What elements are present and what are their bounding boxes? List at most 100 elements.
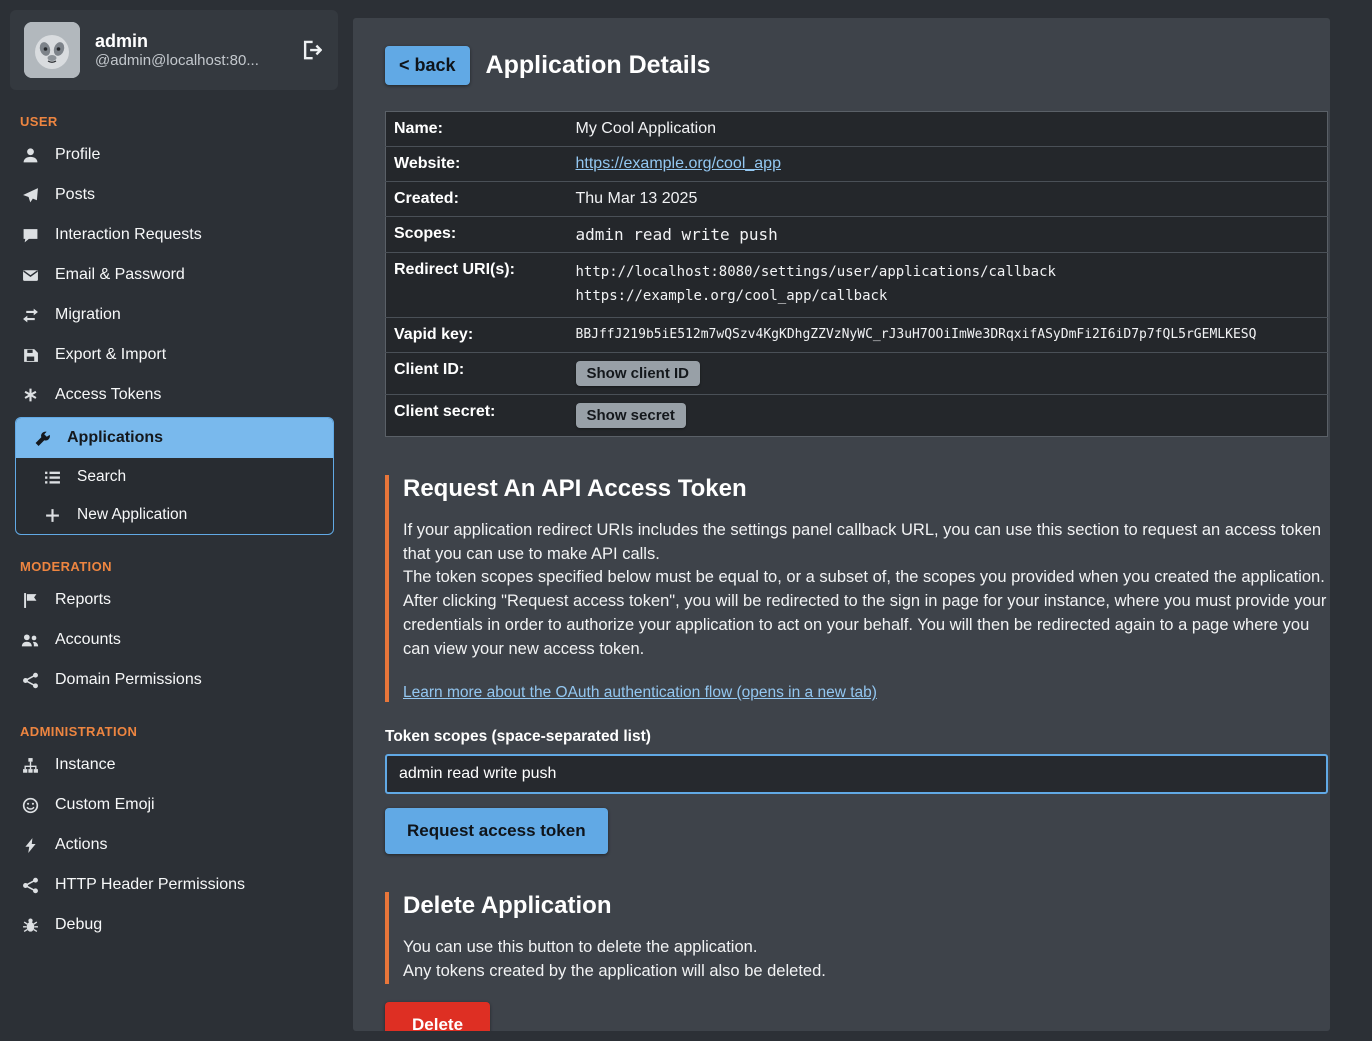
bolt-icon xyxy=(20,837,40,854)
sidebar-item-label: Actions xyxy=(55,836,107,854)
request-access-token-button[interactable]: Request access token xyxy=(385,808,608,854)
table-row-created: Created: Thu Mar 13 2025 xyxy=(386,182,1328,217)
delete-application-text: You can use this button to delete the ap… xyxy=(403,936,1328,960)
table-row-website: Website: https://example.org/cool_app xyxy=(386,147,1328,182)
page-header: < back Application Details xyxy=(385,46,1328,85)
paper-plane-icon xyxy=(20,187,40,204)
section-label-moderation: MODERATION xyxy=(20,559,345,574)
sloth-avatar xyxy=(24,22,80,78)
row-label: Name: xyxy=(386,112,576,147)
sidebar-item-export-import[interactable]: Export & Import xyxy=(0,335,345,375)
table-row-name: Name: My Cool Application xyxy=(386,112,1328,147)
sidebar: admin @admin@localhost:80... USER Profil… xyxy=(0,0,345,1041)
row-label: Created: xyxy=(386,182,576,217)
token-scopes-input[interactable] xyxy=(385,754,1328,794)
sidebar-item-label: Email & Password xyxy=(55,266,185,284)
request-token-section: Request An API Access Token If your appl… xyxy=(385,475,1328,703)
table-row-redirect-uris: Redirect URI(s): http://localhost:8080/s… xyxy=(386,253,1328,318)
sidebar-item-email-password[interactable]: Email & Password xyxy=(0,255,345,295)
delete-application-section: Delete Application You can use this butt… xyxy=(385,892,1328,984)
section-label-user: USER xyxy=(20,114,345,129)
application-details-table: Name: My Cool Application Website: https… xyxy=(385,111,1328,437)
sidebar-subitem-new-application[interactable]: New Application xyxy=(16,496,333,534)
row-label: Client secret: xyxy=(386,394,576,436)
row-label: Website: xyxy=(386,147,576,182)
applications-group: Applications Search New Application xyxy=(15,417,334,535)
sidebar-item-applications[interactable]: Applications xyxy=(16,418,333,458)
row-label: Vapid key: xyxy=(386,317,576,352)
flag-icon xyxy=(20,592,40,609)
sidebar-item-profile[interactable]: Profile xyxy=(0,135,345,175)
request-token-title: Request An API Access Token xyxy=(403,475,1328,503)
user-card[interactable]: admin @admin@localhost:80... xyxy=(10,10,338,90)
sidebar-item-label: Posts xyxy=(55,186,95,204)
vapid-key-value: BBJffJ219b5iE512m7wQSzv4KgKDhgZZVzNyWC_r… xyxy=(576,317,1328,352)
share-nodes-icon xyxy=(20,877,40,894)
sidebar-item-domain-permissions[interactable]: Domain Permissions xyxy=(0,660,345,700)
delete-application-title: Delete Application xyxy=(403,892,1328,920)
sidebar-item-label: HTTP Header Permissions xyxy=(55,876,245,894)
oauth-docs-link[interactable]: Learn more about the OAuth authenticatio… xyxy=(403,684,877,702)
sidebar-item-access-tokens[interactable]: Access Tokens xyxy=(0,375,345,415)
show-secret-button[interactable]: Show secret xyxy=(576,403,686,428)
sidebar-item-label: Debug xyxy=(55,916,102,934)
row-label: Redirect URI(s): xyxy=(386,253,576,318)
smile-icon xyxy=(20,797,40,814)
sidebar-item-migration[interactable]: Migration xyxy=(0,295,345,335)
sidebar-subitem-search[interactable]: Search xyxy=(16,458,333,496)
bug-icon xyxy=(20,917,40,934)
redirect-uri-1: http://localhost:8080/settings/user/appl… xyxy=(576,261,1318,285)
sidebar-item-label: Accounts xyxy=(55,631,121,649)
users-icon xyxy=(20,632,40,649)
sidebar-item-custom-emoji[interactable]: Custom Emoji xyxy=(0,785,345,825)
page-title: Application Details xyxy=(486,51,711,80)
sidebar-item-label: Instance xyxy=(55,756,115,774)
wrench-icon xyxy=(32,430,52,447)
request-token-paragraph: The token scopes specified below must be… xyxy=(403,566,1328,590)
redirect-uri-2: https://example.org/cool_app/callback xyxy=(576,285,1318,309)
envelope-icon xyxy=(20,267,40,284)
sidebar-item-actions[interactable]: Actions xyxy=(0,825,345,865)
redirect-uris-value: http://localhost:8080/settings/user/appl… xyxy=(576,253,1328,318)
plus-icon xyxy=(42,507,62,524)
delete-application-text: Any tokens created by the application wi… xyxy=(403,960,1328,984)
floppy-icon xyxy=(20,347,40,364)
sidebar-item-debug[interactable]: Debug xyxy=(0,905,345,945)
sidebar-item-accounts[interactable]: Accounts xyxy=(0,620,345,660)
sidebar-item-label: Domain Permissions xyxy=(55,671,202,689)
arrows-left-right-icon xyxy=(20,307,40,324)
delete-button[interactable]: Delete xyxy=(385,1002,490,1031)
sidebar-item-label: Migration xyxy=(55,306,121,324)
comment-icon xyxy=(20,227,40,244)
list-icon xyxy=(42,469,62,486)
sidebar-item-label: Profile xyxy=(55,146,100,164)
sitemap-icon xyxy=(20,757,40,774)
share-nodes-icon xyxy=(20,672,40,689)
sidebar-item-label: Export & Import xyxy=(55,346,166,364)
request-token-paragraph: After clicking "Request access token", y… xyxy=(403,590,1328,662)
main-panel: < back Application Details Name: My Cool… xyxy=(353,18,1330,1031)
row-label: Scopes: xyxy=(386,217,576,253)
sidebar-item-http-header-permissions[interactable]: HTTP Header Permissions xyxy=(0,865,345,905)
back-button[interactable]: < back xyxy=(385,46,470,85)
created-value: Thu Mar 13 2025 xyxy=(576,182,1328,217)
table-row-vapid-key: Vapid key: BBJffJ219b5iE512m7wQSzv4KgKDh… xyxy=(386,317,1328,352)
section-label-administration: ADMINISTRATION xyxy=(20,724,345,739)
sidebar-item-label: Interaction Requests xyxy=(55,226,202,244)
sidebar-item-reports[interactable]: Reports xyxy=(0,580,345,620)
show-client-id-button[interactable]: Show client ID xyxy=(576,361,701,386)
request-token-paragraph: If your application redirect URIs includ… xyxy=(403,519,1328,567)
row-label: Client ID: xyxy=(386,352,576,394)
sidebar-item-instance[interactable]: Instance xyxy=(0,745,345,785)
sidebar-item-label: Custom Emoji xyxy=(55,796,155,814)
user-meta: admin @admin@localhost:80... xyxy=(95,31,287,69)
sidebar-item-label: New Application xyxy=(77,506,187,524)
sign-out-icon[interactable] xyxy=(302,40,322,60)
website-link[interactable]: https://example.org/cool_app xyxy=(576,155,781,172)
table-row-client-secret: Client secret: Show secret xyxy=(386,394,1328,436)
app-name-value: My Cool Application xyxy=(576,112,1328,147)
sidebar-item-posts[interactable]: Posts xyxy=(0,175,345,215)
token-scopes-label: Token scopes (space-separated list) xyxy=(385,728,1328,746)
sidebar-item-interaction-requests[interactable]: Interaction Requests xyxy=(0,215,345,255)
sidebar-item-label: Reports xyxy=(55,591,111,609)
